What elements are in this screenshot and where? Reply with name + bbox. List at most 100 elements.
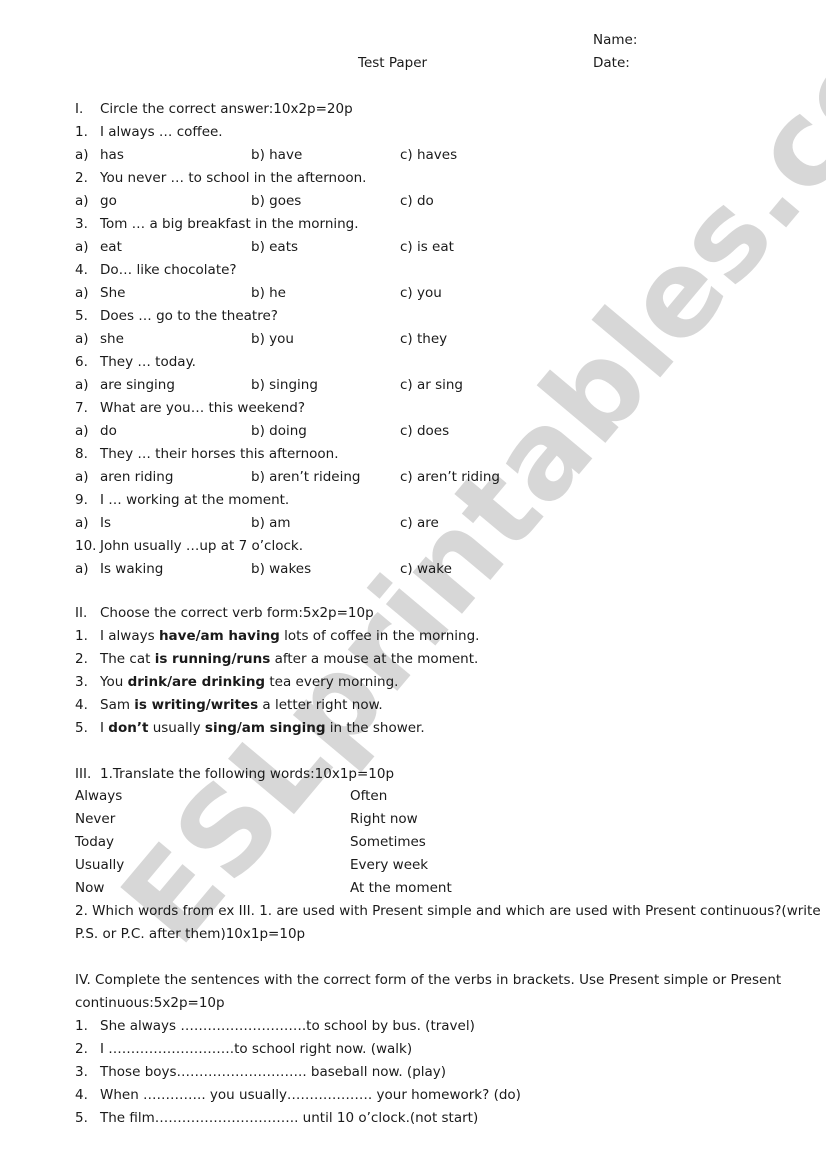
verb-choice: is writing/writes xyxy=(134,697,259,713)
translate-row: Usually Every week xyxy=(0,856,826,874)
question-number: 5. xyxy=(75,308,88,324)
translate-word: Usually xyxy=(75,857,125,873)
question-text: John usually …up at 7 o’clock. xyxy=(100,538,304,554)
option-c: c) ar sing xyxy=(400,377,464,393)
option-c: c) wake xyxy=(400,561,452,577)
verb-choice: don’t xyxy=(108,720,149,736)
fill-in-item: 3. Those boys……………………….. baseball now. (p… xyxy=(0,1063,826,1081)
option-a: has xyxy=(100,147,124,163)
question-number: 3. xyxy=(75,216,88,232)
option-c: c) is eat xyxy=(400,239,454,255)
sentence-start: Sam xyxy=(100,697,135,713)
item-sentence: She always ……………………….to school by bus. (… xyxy=(100,1018,475,1034)
question-number: 10. xyxy=(75,538,97,554)
verb-choice: drink/are drinking xyxy=(127,674,266,690)
answer-options: a) Is waking b) wakes c) wake xyxy=(0,560,826,578)
section-3-part2-line2: P.S. or P.C. after them)10x1p=10p xyxy=(75,926,306,942)
option-a: eat xyxy=(100,239,122,255)
option-a: aren riding xyxy=(100,469,174,485)
verb-form-item: 3. You drink/are drinking tea every morni… xyxy=(0,673,826,691)
option-a: Is waking xyxy=(100,561,164,577)
translate-row: Never Right now xyxy=(0,810,826,828)
question-number: 2. xyxy=(75,170,88,186)
sentence-middle: usually xyxy=(148,720,205,736)
option-a: she xyxy=(100,331,124,347)
question-text: You never … to school in the afternoon. xyxy=(100,170,367,186)
question-number: 4. xyxy=(75,262,88,278)
question: 6. They … today. xyxy=(0,353,826,371)
question: 10. John usually …up at 7 o’clock. xyxy=(0,537,826,555)
option-b: b) am xyxy=(251,515,291,531)
option-c: c) they xyxy=(400,331,448,347)
item-sentence: You drink/are drinking tea every morning… xyxy=(100,673,398,691)
item-sentence: Those boys……………………….. baseball now. (pla… xyxy=(100,1064,447,1080)
option-b: b) doing xyxy=(251,423,307,439)
item-number: 5. xyxy=(75,1110,88,1126)
item-number: 1. xyxy=(75,628,88,644)
sentence-end: in the shower. xyxy=(325,720,425,736)
question-number: 7. xyxy=(75,400,88,416)
option-b: b) he xyxy=(251,285,286,301)
option-b: b) aren’t rideing xyxy=(251,469,361,485)
sentence-end: a letter right now. xyxy=(258,697,383,713)
option-a-prefix: a) xyxy=(75,147,89,163)
answer-options: a) go b) goes c) do xyxy=(0,192,826,210)
translate-word: Never xyxy=(75,811,116,827)
translate-word: Sometimes xyxy=(350,834,426,850)
item-number: 2. xyxy=(75,1041,88,1057)
question-number: 9. xyxy=(75,492,88,508)
translate-row: Now At the moment xyxy=(0,879,826,897)
option-a-prefix: a) xyxy=(75,193,89,209)
section-1-heading: I. Circle the correct answer:10x2p=20p xyxy=(0,100,826,118)
section-3-heading: III. 1.Translate the following words:10x… xyxy=(0,765,826,783)
option-a-prefix: a) xyxy=(75,423,89,439)
translate-row: Always Often xyxy=(0,787,826,805)
option-a-prefix: a) xyxy=(75,331,89,347)
section-title: Circle the correct answer:10x2p=20p xyxy=(100,101,353,117)
translate-word: Now xyxy=(75,880,105,896)
worksheet-page: ESLprintables.com Name: Test Paper Date:… xyxy=(0,0,826,1169)
translate-word: Right now xyxy=(350,811,418,827)
option-a-prefix: a) xyxy=(75,515,89,531)
question: 4. Do… like chocolate? xyxy=(0,261,826,279)
name-label: Name: xyxy=(593,32,638,48)
sentence-start: You xyxy=(100,674,128,690)
option-b: b) you xyxy=(251,331,294,347)
sentence-start: I always xyxy=(100,628,159,644)
fill-in-item: 1. She always ……………………….to school by bus.… xyxy=(0,1017,826,1035)
section-number: II. xyxy=(75,605,88,621)
option-a-prefix: a) xyxy=(75,239,89,255)
option-c: c) are xyxy=(400,515,439,531)
option-a: do xyxy=(100,423,117,439)
item-number: 4. xyxy=(75,697,88,713)
option-b: b) eats xyxy=(251,239,299,255)
answer-options: a) has b) have c) haves xyxy=(0,146,826,164)
answer-options: a) are singing b) singing c) ar sing xyxy=(0,376,826,394)
item-number: 2. xyxy=(75,651,88,667)
question-text: Does … go to the theatre? xyxy=(100,308,278,324)
verb-form-item: 1. I always have/am having lots of coffee… xyxy=(0,627,826,645)
question: 9. I … working at the moment. xyxy=(0,491,826,509)
fill-in-item: 2. I ……………………….to school right now. (walk… xyxy=(0,1040,826,1058)
answer-options: a) she b) you c) they xyxy=(0,330,826,348)
sentence-start: The cat xyxy=(100,651,155,667)
option-a: She xyxy=(100,285,126,301)
item-number: 3. xyxy=(75,674,88,690)
option-c: c) aren’t riding xyxy=(400,469,500,485)
answer-options: a) do b) doing c) does xyxy=(0,422,826,440)
section-title: Choose the correct verb form:5x2p=10p xyxy=(100,605,374,621)
answer-options: a) She b) he c) you xyxy=(0,284,826,302)
verb-form-item: 4. Sam is writing/writes a letter right n… xyxy=(0,696,826,714)
option-a-prefix: a) xyxy=(75,377,89,393)
section-number: III. xyxy=(75,766,92,782)
item-number: 3. xyxy=(75,1064,88,1080)
option-b: b) have xyxy=(251,147,303,163)
question-text: I … working at the moment. xyxy=(100,492,290,508)
option-b: b) singing xyxy=(251,377,318,393)
verb-form-item: 2. The cat is running/runs after a mouse … xyxy=(0,650,826,668)
option-a-prefix: a) xyxy=(75,285,89,301)
section-4-heading-line1: IV. Complete the sentences with the corr… xyxy=(75,972,782,988)
question-text: They … today. xyxy=(100,354,196,370)
option-c: c) do xyxy=(400,193,434,209)
section-number: I. xyxy=(75,101,84,117)
